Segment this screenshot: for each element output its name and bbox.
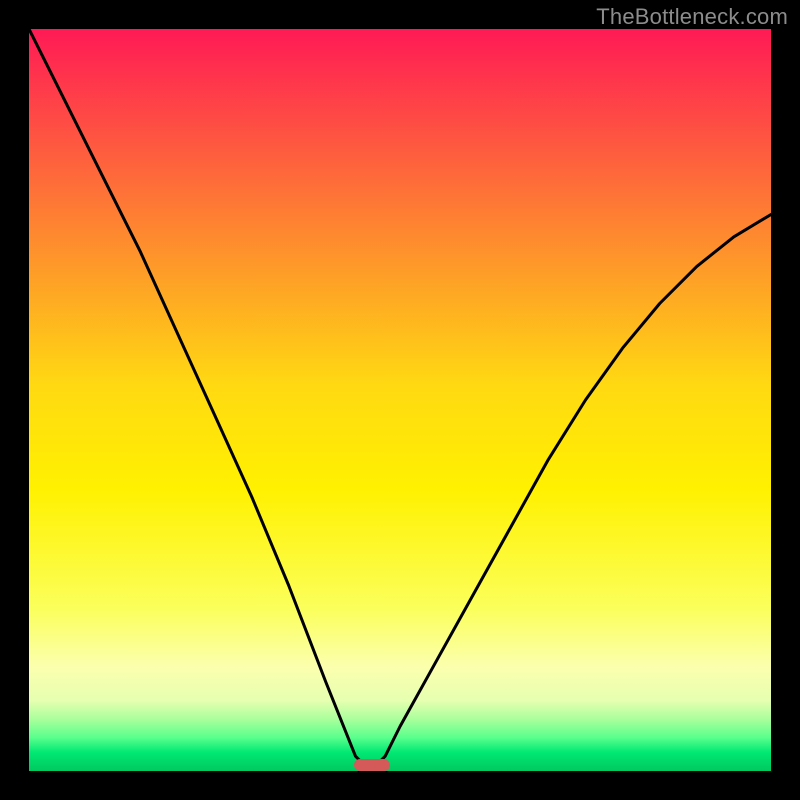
optimum-marker [354,759,390,771]
plot-area [29,29,771,771]
bottleneck-curve [29,29,771,771]
chart-frame: TheBottleneck.com [0,0,800,800]
watermark-text: TheBottleneck.com [596,4,788,30]
